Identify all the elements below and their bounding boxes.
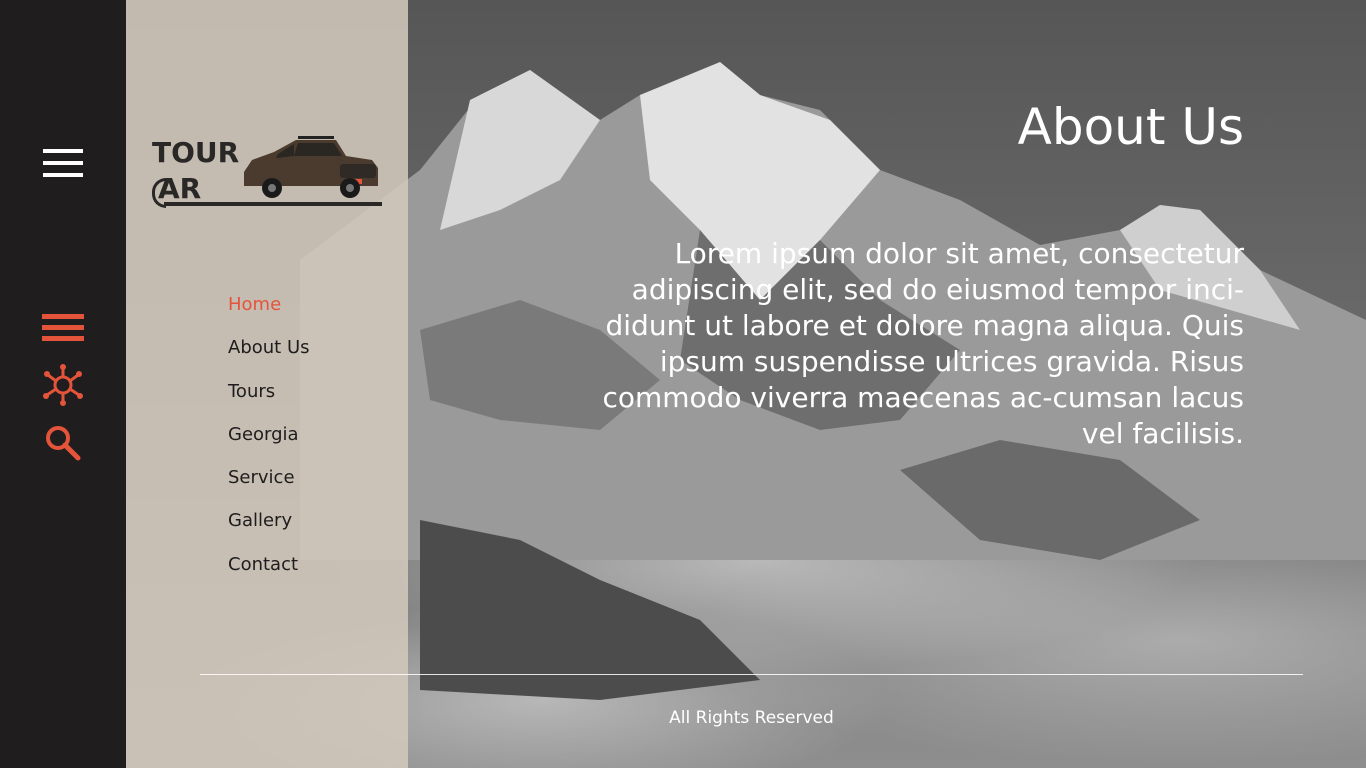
main-nav: Home About Us Tours Georgia Service Gall… — [228, 294, 310, 597]
hamburger-line — [43, 161, 83, 165]
hamburger-menu-icon[interactable] — [43, 149, 83, 177]
footer-copyright: All Rights Reserved — [669, 708, 834, 728]
icon-rail — [0, 0, 126, 768]
list-line — [42, 314, 84, 319]
footer-divider — [200, 674, 1303, 675]
network-icon[interactable] — [40, 362, 86, 408]
hamburger-line — [43, 149, 83, 153]
network-icon-graphic — [43, 364, 83, 406]
nav-item-home[interactable]: Home — [228, 294, 310, 337]
search-icon[interactable] — [44, 424, 82, 462]
logo-text-car: AR — [158, 172, 202, 205]
hamburger-line — [43, 173, 83, 177]
nav-item-contact[interactable]: Contact — [228, 554, 310, 597]
list-line — [42, 325, 84, 330]
nav-item-about-us[interactable]: About Us — [228, 337, 310, 380]
about-body-text: Lorem ipsum dolor sit amet, consectetur … — [602, 237, 1244, 450]
side-nav-panel: TOUR AR Home About Us Tours Georgia Serv… — [126, 0, 408, 768]
nav-item-service[interactable]: Service — [228, 467, 310, 510]
search-icon-graphic — [46, 426, 81, 461]
truck-icon — [244, 136, 378, 198]
page: TOUR AR Home About Us Tours Georgia Serv… — [0, 0, 1366, 768]
tour-car-logo[interactable]: TOUR AR — [152, 132, 384, 212]
list-line — [42, 336, 84, 341]
logo-text-tour: TOUR — [152, 136, 240, 169]
nav-item-gallery[interactable]: Gallery — [228, 510, 310, 553]
page-title: About Us — [1017, 98, 1244, 156]
list-icon[interactable] — [42, 314, 84, 344]
nav-item-georgia[interactable]: Georgia — [228, 424, 310, 467]
nav-item-tours[interactable]: Tours — [228, 381, 310, 424]
